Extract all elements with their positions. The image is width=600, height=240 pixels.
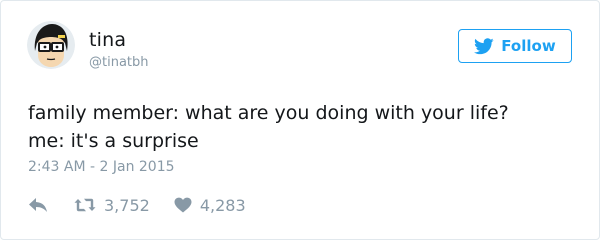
follow-button-label: Follow [501, 37, 556, 55]
tweet-text-line: family member: what are you doing with y… [28, 102, 509, 124]
like-button[interactable]: 4,283 [174, 196, 246, 215]
user-handle[interactable]: @tinatbh [89, 55, 149, 70]
tweet-actions: 3,752 4,283 [28, 193, 246, 217]
retweet-button[interactable]: 3,752 [74, 196, 150, 215]
retweet-icon [74, 197, 96, 213]
tweet-timestamp[interactable]: 2:43 AM - 2 Jan 2015 [28, 159, 175, 175]
avatar-image [27, 21, 75, 69]
tweet-text-line: me: it's a surprise [28, 130, 199, 152]
twitter-bird-icon [474, 37, 494, 55]
avatar[interactable] [27, 21, 75, 69]
reply-button[interactable] [28, 197, 48, 213]
heart-icon [174, 197, 192, 213]
tweet-text: family member: what are you doing with y… [28, 99, 578, 155]
reply-icon [28, 197, 48, 213]
like-count: 4,283 [199, 195, 246, 215]
follow-button[interactable]: Follow [458, 29, 572, 63]
user-name[interactable]: tina [89, 29, 126, 51]
tweet-card: tina @tinatbh Follow family member: what… [0, 0, 600, 240]
retweet-count: 3,752 [104, 195, 150, 215]
